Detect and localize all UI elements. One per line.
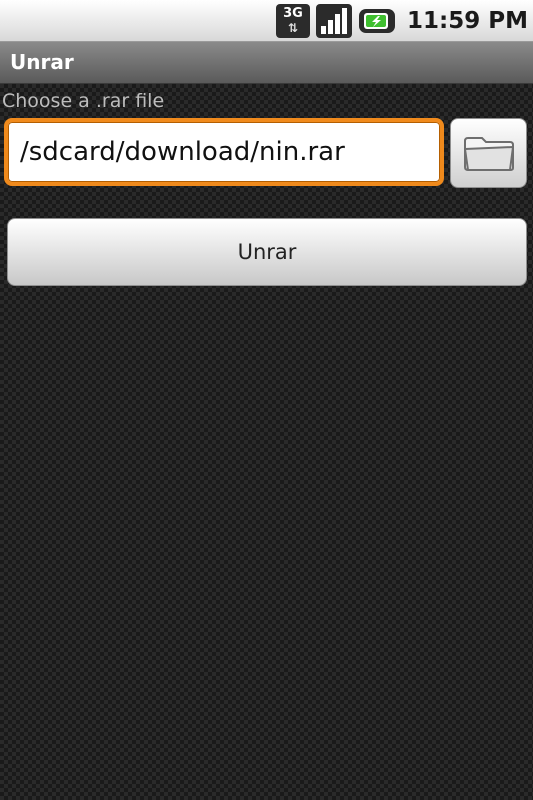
network-3g-icon: 3G ⇅ [276,4,310,38]
app-title-bar: Unrar [0,42,533,84]
data-arrows-icon: ⇅ [287,21,299,35]
browse-folder-button[interactable] [450,118,527,188]
app-title: Unrar [10,50,74,74]
network-type-label: 3G [283,6,303,21]
status-time: 11:59 PM [407,8,528,34]
battery-charging-icon [359,9,395,33]
unrar-button[interactable]: Unrar [7,218,527,286]
status-bar: 3G ⇅ 11:59 PM [0,0,533,42]
signal-bars-icon [316,4,352,38]
choose-file-label: Choose a .rar file [2,90,165,112]
file-path-input[interactable] [4,118,444,186]
folder-icon [463,137,514,171]
